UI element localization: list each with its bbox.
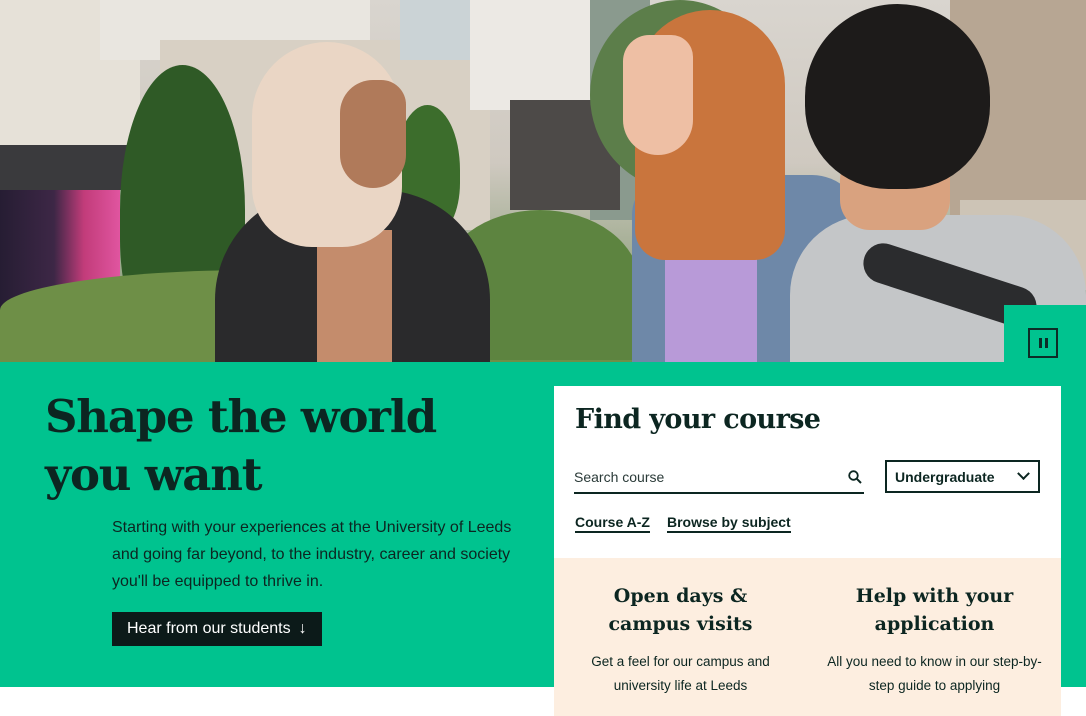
course-finder-title: Find your course: [575, 404, 821, 435]
cta-label: Hear from our students: [127, 620, 291, 637]
application-help-text: All you need to know in our step-by-step…: [827, 654, 1042, 693]
headline-line-1: Shape the world: [45, 390, 437, 443]
background-building: [0, 145, 135, 190]
background-building: [400, 0, 475, 60]
search-box: [574, 464, 864, 494]
browse-by-subject-link[interactable]: Browse by subject: [667, 514, 791, 533]
application-help-card[interactable]: Help with your application All you need …: [808, 558, 1061, 698]
student-1-face: [340, 80, 406, 188]
study-level-select[interactable]: Undergraduate: [885, 460, 1040, 493]
hear-from-students-button[interactable]: Hear from our students ↓: [112, 612, 322, 646]
page-headline: Shape the world you want: [45, 388, 525, 504]
application-help-title[interactable]: Help with your application: [835, 582, 1035, 638]
student-2-face: [623, 35, 693, 155]
chevron-down-icon: [1017, 467, 1030, 481]
student-3-hair: [805, 4, 990, 189]
hero-photo: [0, 0, 1086, 362]
search-icon[interactable]: [848, 470, 862, 484]
info-panel: Open days & campus visits Get a feel for…: [554, 558, 1061, 716]
student-1-top: [317, 230, 392, 362]
search-input[interactable]: [574, 464, 824, 490]
course-finder: Find your course Undergraduate Course A-…: [554, 386, 1061, 558]
open-days-card[interactable]: Open days & campus visits Get a feel for…: [554, 558, 807, 698]
course-a-z-link[interactable]: Course A-Z: [575, 514, 650, 533]
headline-line-2: you want: [45, 448, 263, 501]
intro-text: Starting with your experiences at the Un…: [112, 519, 512, 590]
carousel-controls: [1004, 305, 1086, 385]
pause-icon: [1038, 338, 1048, 348]
open-days-title[interactable]: Open days & campus visits: [581, 582, 781, 638]
open-days-text: Get a feel for our campus and university…: [591, 654, 770, 693]
pause-button[interactable]: [1028, 328, 1058, 358]
student-2-top: [665, 245, 757, 362]
arrow-down-icon: ↓: [298, 620, 307, 637]
background-building: [470, 0, 600, 110]
study-level-value: Undergraduate: [895, 468, 995, 485]
